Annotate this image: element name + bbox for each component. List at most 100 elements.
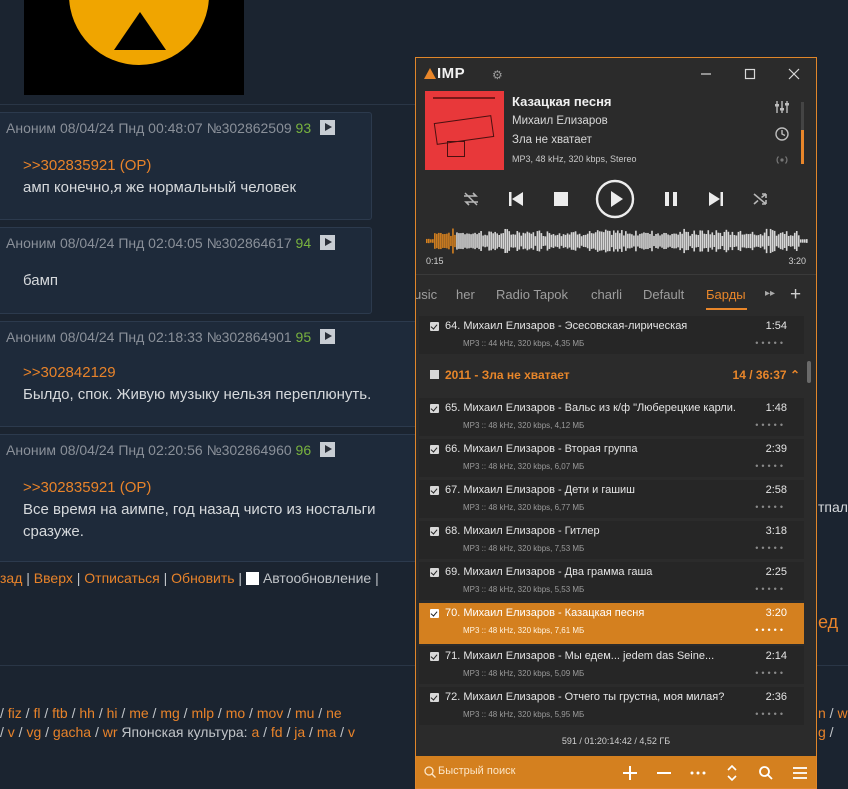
reply-link[interactable]: >>302835921 (OP) xyxy=(23,155,296,177)
track-checkbox[interactable] xyxy=(430,527,439,536)
board-link[interactable]: wr xyxy=(103,724,118,740)
board-link[interactable]: mo xyxy=(226,705,245,721)
board-link[interactable]: fl xyxy=(33,705,40,721)
unsubscribe-link[interactable]: Отписаться xyxy=(84,570,159,586)
rating-dots[interactable]: ••••• xyxy=(755,709,786,719)
playlist-tab-active[interactable]: Барды xyxy=(706,287,746,302)
aimp-titlebar[interactable]: IMP ⚙ xyxy=(416,58,816,90)
board-link[interactable]: mg xyxy=(160,705,179,721)
playlist-row[interactable]: 69. Михаил Елизаров - Два грамма гаша 2:… xyxy=(419,562,804,600)
playlist-tab[interactable]: Radio Tapok xyxy=(496,287,568,302)
more-icon[interactable] xyxy=(687,762,709,784)
playlist-group-header[interactable]: 2011 - Зла не хватает 14 / 36:37 ⌃ xyxy=(419,359,804,393)
post-menu-icon[interactable] xyxy=(320,329,336,344)
track-checkbox[interactable] xyxy=(430,404,439,413)
rating-dots[interactable]: ••••• xyxy=(755,502,786,512)
rating-dots[interactable]: ••••• xyxy=(755,625,786,635)
volume-slider[interactable] xyxy=(801,102,804,164)
playlist-tab[interactable]: charli xyxy=(591,287,622,302)
post-menu-icon[interactable] xyxy=(320,235,336,250)
rating-dots[interactable]: ••••• xyxy=(755,461,786,471)
playlist-tab[interactable]: Default xyxy=(643,287,684,302)
board-link[interactable]: n xyxy=(818,705,826,721)
track-checkbox[interactable] xyxy=(430,568,439,577)
gear-icon[interactable]: ⚙ xyxy=(492,68,503,82)
menu-icon[interactable] xyxy=(789,762,811,784)
close-button[interactable] xyxy=(784,64,804,84)
board-link[interactable]: mlp xyxy=(191,705,214,721)
board-link[interactable]: fiz xyxy=(8,705,22,721)
broadcast-icon[interactable] xyxy=(773,151,791,169)
clock-icon[interactable] xyxy=(773,125,791,143)
repeat-icon[interactable] xyxy=(457,185,485,213)
previous-button[interactable] xyxy=(502,185,530,213)
board-link[interactable]: ne xyxy=(326,705,342,721)
collapse-group-icon[interactable]: ⌃ xyxy=(790,368,800,382)
board-link[interactable]: mu xyxy=(295,705,314,721)
board-link[interactable]: hh xyxy=(79,705,95,721)
reply-link[interactable]: >>302835921 (OP) xyxy=(23,477,376,499)
track-checkbox[interactable] xyxy=(430,609,439,618)
pause-button[interactable] xyxy=(657,185,685,213)
post-number[interactable]: №302864617 xyxy=(207,235,292,251)
board-link[interactable]: v xyxy=(8,724,15,740)
sort-icon[interactable] xyxy=(721,762,743,784)
add-files-button[interactable] xyxy=(619,762,641,784)
post-number[interactable]: №302864960 xyxy=(207,442,292,458)
track-checkbox[interactable] xyxy=(430,486,439,495)
board-link[interactable]: w xyxy=(837,705,847,721)
refresh-link[interactable]: Обновить xyxy=(171,570,234,586)
stop-button[interactable] xyxy=(547,185,575,213)
board-link[interactable]: ma xyxy=(317,724,336,740)
playlist-row[interactable]: 68. Михаил Елизаров - Гитлер 3:18 MP3 ::… xyxy=(419,521,804,559)
rating-dots[interactable]: ••••• xyxy=(755,584,786,594)
playlist-row[interactable]: 72. Михаил Елизаров - Отчего ты грустна,… xyxy=(419,687,804,725)
playlist-tab[interactable]: her xyxy=(456,287,475,302)
board-link[interactable]: fd xyxy=(271,724,283,740)
up-link[interactable]: Вверх xyxy=(34,570,73,586)
tabs-scroll-icon[interactable]: ▸▸ xyxy=(765,288,775,299)
waveform-seekbar[interactable] xyxy=(426,228,808,254)
board-link[interactable]: gacha xyxy=(53,724,91,740)
playlist-row[interactable]: 65. Михаил Елизаров - Вальс из к/ф "Любе… xyxy=(419,398,804,436)
rating-dots[interactable]: ••••• xyxy=(755,338,786,348)
remove-files-button[interactable] xyxy=(653,762,675,784)
rating-dots[interactable]: ••••• xyxy=(755,420,786,430)
quick-search-input[interactable]: Быстрый поиск xyxy=(438,765,515,777)
post-menu-icon[interactable] xyxy=(320,442,336,457)
post-menu-icon[interactable] xyxy=(320,120,336,135)
track-checkbox[interactable] xyxy=(430,652,439,661)
post-number[interactable]: №302864901 xyxy=(207,329,292,345)
track-checkbox[interactable] xyxy=(430,693,439,702)
board-link[interactable]: mov xyxy=(257,705,283,721)
board-link[interactable]: v xyxy=(348,724,355,740)
rating-dots[interactable]: ••••• xyxy=(755,668,786,678)
board-link[interactable]: g xyxy=(818,724,826,740)
board-link[interactable]: me xyxy=(129,705,148,721)
album-cover[interactable] xyxy=(425,91,504,170)
track-checkbox[interactable] xyxy=(430,322,439,331)
playlist-row[interactable]: 71. Михаил Елизаров - Мы едем... jedem d… xyxy=(419,646,804,684)
board-link[interactable]: ja xyxy=(294,724,305,740)
board-link[interactable]: ftb xyxy=(52,705,68,721)
playlist-row[interactable]: 67. Михаил Елизаров - Дети и гашиш 2:58 … xyxy=(419,480,804,518)
group-checkbox[interactable] xyxy=(430,370,439,379)
search-icon[interactable] xyxy=(423,765,437,779)
rating-dots[interactable]: ••••• xyxy=(755,543,786,553)
board-link[interactable]: hi xyxy=(107,705,118,721)
equalizer-icon[interactable] xyxy=(773,98,791,116)
minimize-button[interactable] xyxy=(696,64,716,84)
track-checkbox[interactable] xyxy=(430,445,439,454)
board-link[interactable]: vg xyxy=(26,724,41,740)
playlist-row[interactable]: 66. Михаил Елизаров - Вторая группа 2:39… xyxy=(419,439,804,477)
op-image-thumbnail[interactable] xyxy=(24,0,244,95)
add-playlist-button[interactable]: + xyxy=(790,284,801,306)
reply-link[interactable]: >>302842129 xyxy=(23,362,371,384)
board-link[interactable]: a xyxy=(251,724,259,740)
playlist-tab[interactable]: usic xyxy=(416,287,437,302)
playlist-row[interactable]: 64. Михаил Елизаров - Эсесовская-лиричес… xyxy=(419,316,804,354)
autoupdate-checkbox[interactable] xyxy=(245,572,259,585)
right-edge-link[interactable]: ед xyxy=(818,612,838,633)
play-button[interactable] xyxy=(595,179,635,219)
playlist-scrollbar[interactable] xyxy=(807,361,811,383)
